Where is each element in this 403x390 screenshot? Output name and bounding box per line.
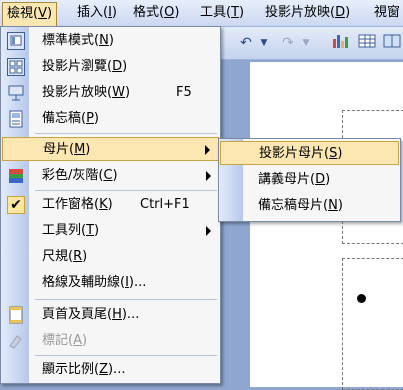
menu-item-toolbars[interactable]: 工具列(T) [2, 219, 219, 243]
header-footer-icon [7, 306, 25, 324]
slide-show-icon [7, 84, 25, 102]
submenu-item-handout-master[interactable]: 講義母片(D) [220, 168, 399, 192]
menu-item-zoom[interactable]: 顯示比例(Z)... [2, 358, 219, 382]
tables-borders-icon[interactable] [382, 33, 402, 53]
menu-tools[interactable]: 工具(T) [196, 3, 248, 23]
menu-item-header-footer[interactable]: 頁首及頁尾(H)... [2, 303, 219, 327]
menu-item-grid-guides[interactable]: 格線及輔助線(I)... [2, 271, 219, 295]
menu-item-task-pane[interactable]: ✔ 工作窗格(K) Ctrl+F1 [2, 193, 219, 217]
insert-chart-icon[interactable] [330, 33, 350, 53]
submenu-item-slide-master[interactable]: 投影片母片(S) [220, 141, 399, 165]
menu-item-color-grayscale[interactable]: 彩色/灰階(C) [2, 164, 219, 188]
menu-item-slide-show[interactable]: 投影片放映(W) F5 [2, 81, 219, 105]
normal-view-icon [7, 32, 25, 50]
shortcut-label: Ctrl+F1 [140, 197, 190, 212]
slide-sorter-icon [7, 58, 25, 76]
insert-table-icon[interactable] [357, 33, 377, 53]
submenu-item-notes-master[interactable]: 備忘稿母片(N) [220, 194, 399, 218]
color-grayscale-icon [7, 167, 25, 185]
redo-icon[interactable]: ↷ [278, 33, 298, 53]
undo-dropdown-icon[interactable]: ▼ [254, 33, 274, 53]
redo-dropdown-icon[interactable]: ▼ [296, 33, 316, 53]
submenu-arrow-icon [206, 226, 211, 236]
menu-separator [35, 355, 217, 356]
bullet-icon [357, 294, 366, 303]
submenu-arrow-icon [205, 145, 210, 155]
undo-icon[interactable]: ↶ [236, 33, 256, 53]
menu-item-markup[interactable]: 標記(A) [2, 329, 219, 353]
menu-separator [35, 299, 217, 300]
menu-bar: 檢視(V) 插入(I) 格式(O) 工具(T) 投影片放映(D) 視窗 [0, 0, 403, 27]
menu-item-notes-page[interactable]: 備忘稿(P) [2, 107, 219, 131]
menu-item-slide-sorter[interactable]: 投影片瀏覽(D) [2, 55, 219, 79]
markup-icon [7, 332, 25, 350]
checkmark-icon: ✔ [7, 196, 25, 214]
menu-separator [35, 133, 217, 134]
view-menu: 標準模式(N) 投影片瀏覽(D) 投影片放映(W) F5 備忘稿(P) 母片(M… [0, 26, 221, 384]
menu-item-normal-view[interactable]: 標準模式(N) [2, 29, 219, 53]
menu-format[interactable]: 格式(O) [129, 3, 183, 23]
menu-window[interactable]: 視窗 [370, 3, 403, 23]
menu-slide-show[interactable]: 投影片放映(D) [261, 3, 354, 23]
menu-item-master[interactable]: 母片(M) [2, 137, 219, 161]
menu-view[interactable]: 檢視(V) [2, 2, 58, 26]
menu-separator [35, 190, 217, 191]
master-submenu: 投影片母片(S) 講義母片(D) 備忘稿母片(N) [218, 138, 401, 222]
menu-item-ruler[interactable]: 尺規(R) [2, 245, 219, 269]
shortcut-label: F5 [176, 85, 192, 100]
content-placeholder[interactable] [342, 258, 403, 390]
notes-page-icon [7, 110, 25, 128]
submenu-arrow-icon [206, 171, 211, 181]
menu-insert[interactable]: 插入(I) [73, 3, 121, 23]
